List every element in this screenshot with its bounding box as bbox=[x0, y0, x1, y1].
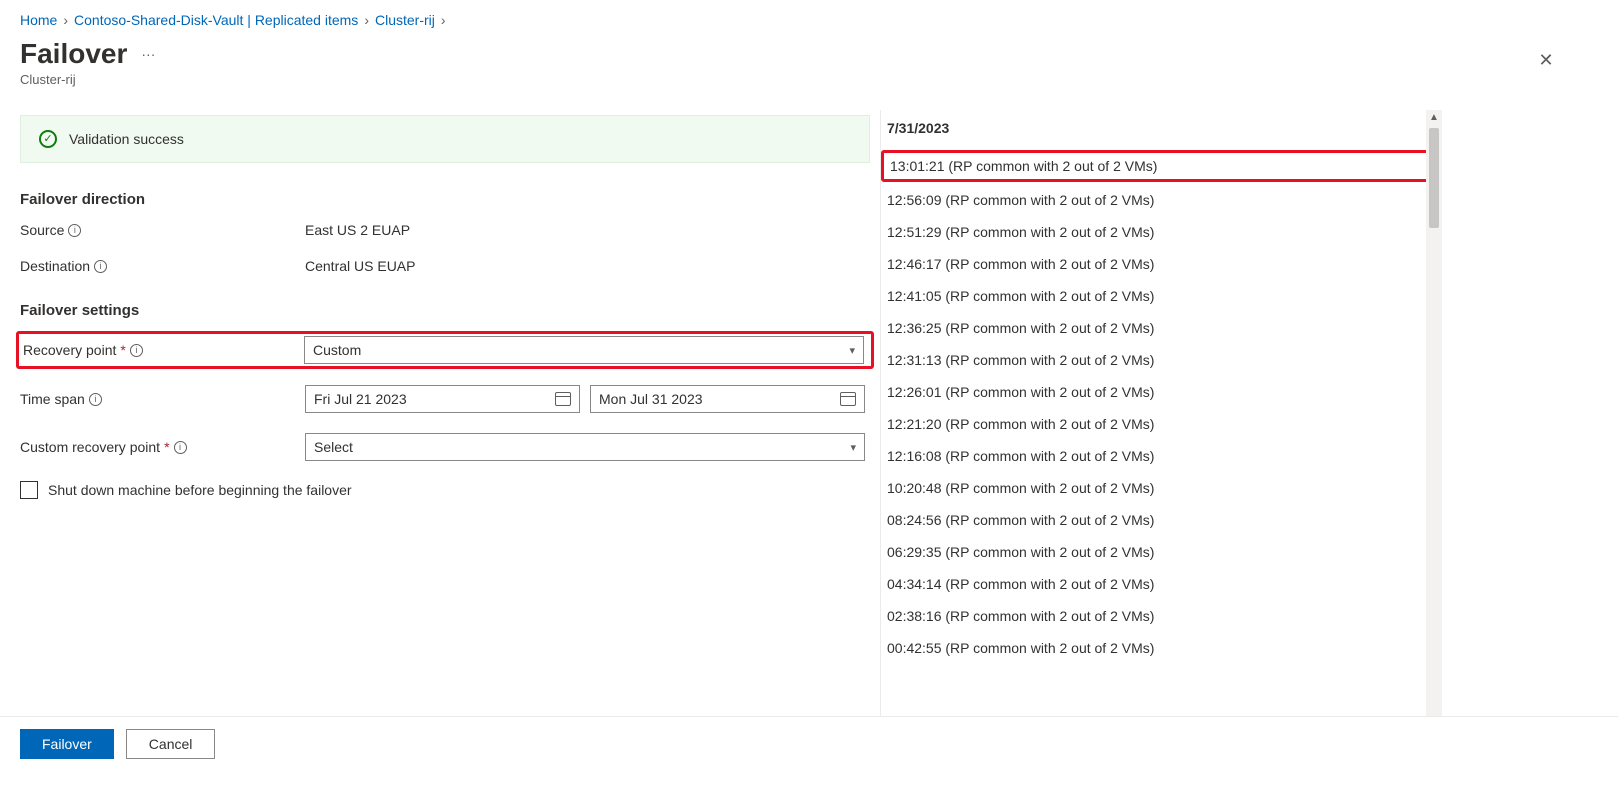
timespan-label: Time span bbox=[20, 391, 85, 407]
source-value: East US 2 EUAP bbox=[305, 222, 870, 238]
validation-banner: ✓ Validation success bbox=[20, 115, 870, 163]
footer: Failover Cancel bbox=[0, 716, 1618, 759]
recovery-point-item[interactable]: 04:34:14 (RP common with 2 out of 2 VMs) bbox=[881, 568, 1442, 600]
required-asterisk: * bbox=[120, 342, 125, 358]
destination-value: Central US EUAP bbox=[305, 258, 870, 274]
chevron-right-icon: › bbox=[441, 12, 446, 28]
scrollbar[interactable]: ▲ ▼ bbox=[1426, 110, 1442, 750]
recovery-point-item[interactable]: 06:29:35 (RP common with 2 out of 2 VMs) bbox=[881, 536, 1442, 568]
close-icon[interactable]: ✕ bbox=[1534, 48, 1558, 72]
timespan-from-value: Fri Jul 21 2023 bbox=[314, 391, 407, 407]
failover-direction-heading: Failover direction bbox=[20, 191, 870, 208]
recovery-point-item[interactable]: 12:51:29 (RP common with 2 out of 2 VMs) bbox=[881, 216, 1442, 248]
scroll-up-icon[interactable]: ▲ bbox=[1429, 110, 1439, 125]
recovery-point-value: Custom bbox=[313, 342, 361, 358]
recovery-point-item[interactable]: 12:41:05 (RP common with 2 out of 2 VMs) bbox=[881, 280, 1442, 312]
chevron-right-icon: › bbox=[364, 12, 369, 28]
breadcrumb: Home › Contoso-Shared-Disk-Vault | Repli… bbox=[20, 12, 1618, 28]
info-icon[interactable]: i bbox=[68, 224, 81, 237]
recovery-point-item[interactable]: 10:20:48 (RP common with 2 out of 2 VMs) bbox=[881, 472, 1442, 504]
recovery-point-item[interactable]: 13:01:21 (RP common with 2 out of 2 VMs) bbox=[881, 150, 1442, 182]
recovery-point-item[interactable]: 00:42:55 (RP common with 2 out of 2 VMs) bbox=[881, 632, 1442, 664]
cancel-button[interactable]: Cancel bbox=[126, 729, 216, 759]
source-label: Source bbox=[20, 222, 64, 238]
info-icon[interactable]: i bbox=[130, 344, 143, 357]
failover-button[interactable]: Failover bbox=[20, 729, 114, 759]
custom-recovery-point-select[interactable]: Select ▾ bbox=[305, 433, 865, 461]
info-icon[interactable]: i bbox=[174, 441, 187, 454]
recovery-points-date-header: 7/31/2023 bbox=[881, 110, 1442, 148]
recovery-point-item[interactable]: 02:38:16 (RP common with 2 out of 2 VMs) bbox=[881, 600, 1442, 632]
chevron-down-icon: ▾ bbox=[850, 441, 856, 454]
info-icon[interactable]: i bbox=[89, 393, 102, 406]
chevron-down-icon: ▾ bbox=[849, 344, 855, 357]
custom-recovery-point-value: Select bbox=[314, 439, 353, 455]
destination-label: Destination bbox=[20, 258, 90, 274]
page-title: Failover bbox=[20, 38, 127, 70]
recovery-point-item[interactable]: 08:24:56 (RP common with 2 out of 2 VMs) bbox=[881, 504, 1442, 536]
success-icon: ✓ bbox=[39, 130, 57, 148]
breadcrumb-home[interactable]: Home bbox=[20, 12, 57, 28]
info-icon[interactable]: i bbox=[94, 260, 107, 273]
page-subtitle: Cluster-rij bbox=[20, 72, 1618, 87]
failover-settings-heading: Failover settings bbox=[20, 302, 870, 319]
recovery-point-label: Recovery point bbox=[23, 342, 116, 358]
timespan-to-input[interactable]: Mon Jul 31 2023 bbox=[590, 385, 865, 413]
breadcrumb-cluster[interactable]: Cluster-rij bbox=[375, 12, 435, 28]
recovery-point-item[interactable]: 12:36:25 (RP common with 2 out of 2 VMs) bbox=[881, 312, 1442, 344]
required-asterisk: * bbox=[164, 439, 169, 455]
custom-recovery-point-label: Custom recovery point bbox=[20, 439, 160, 455]
shutdown-checkbox[interactable] bbox=[20, 481, 38, 499]
recovery-point-item[interactable]: 12:16:08 (RP common with 2 out of 2 VMs) bbox=[881, 440, 1442, 472]
calendar-icon bbox=[555, 392, 571, 406]
more-options-icon[interactable]: ··· bbox=[141, 46, 155, 62]
timespan-to-value: Mon Jul 31 2023 bbox=[599, 391, 703, 407]
recovery-point-row-highlight: Recovery point * i Custom ▾ bbox=[16, 331, 874, 369]
calendar-icon bbox=[840, 392, 856, 406]
recovery-point-item[interactable]: 12:46:17 (RP common with 2 out of 2 VMs) bbox=[881, 248, 1442, 280]
recovery-points-panel: 7/31/2023 13:01:21 (RP common with 2 out… bbox=[880, 110, 1450, 750]
chevron-right-icon: › bbox=[63, 12, 68, 28]
validation-text: Validation success bbox=[69, 131, 184, 147]
recovery-point-item[interactable]: 12:26:01 (RP common with 2 out of 2 VMs) bbox=[881, 376, 1442, 408]
shutdown-label: Shut down machine before beginning the f… bbox=[48, 482, 352, 498]
recovery-point-item[interactable]: 12:21:20 (RP common with 2 out of 2 VMs) bbox=[881, 408, 1442, 440]
recovery-point-item[interactable]: 12:31:13 (RP common with 2 out of 2 VMs) bbox=[881, 344, 1442, 376]
breadcrumb-vault[interactable]: Contoso-Shared-Disk-Vault | Replicated i… bbox=[74, 12, 358, 28]
recovery-point-select[interactable]: Custom ▾ bbox=[304, 336, 864, 364]
recovery-point-item[interactable]: 12:56:09 (RP common with 2 out of 2 VMs) bbox=[881, 184, 1442, 216]
scrollbar-thumb[interactable] bbox=[1429, 128, 1439, 228]
timespan-from-input[interactable]: Fri Jul 21 2023 bbox=[305, 385, 580, 413]
